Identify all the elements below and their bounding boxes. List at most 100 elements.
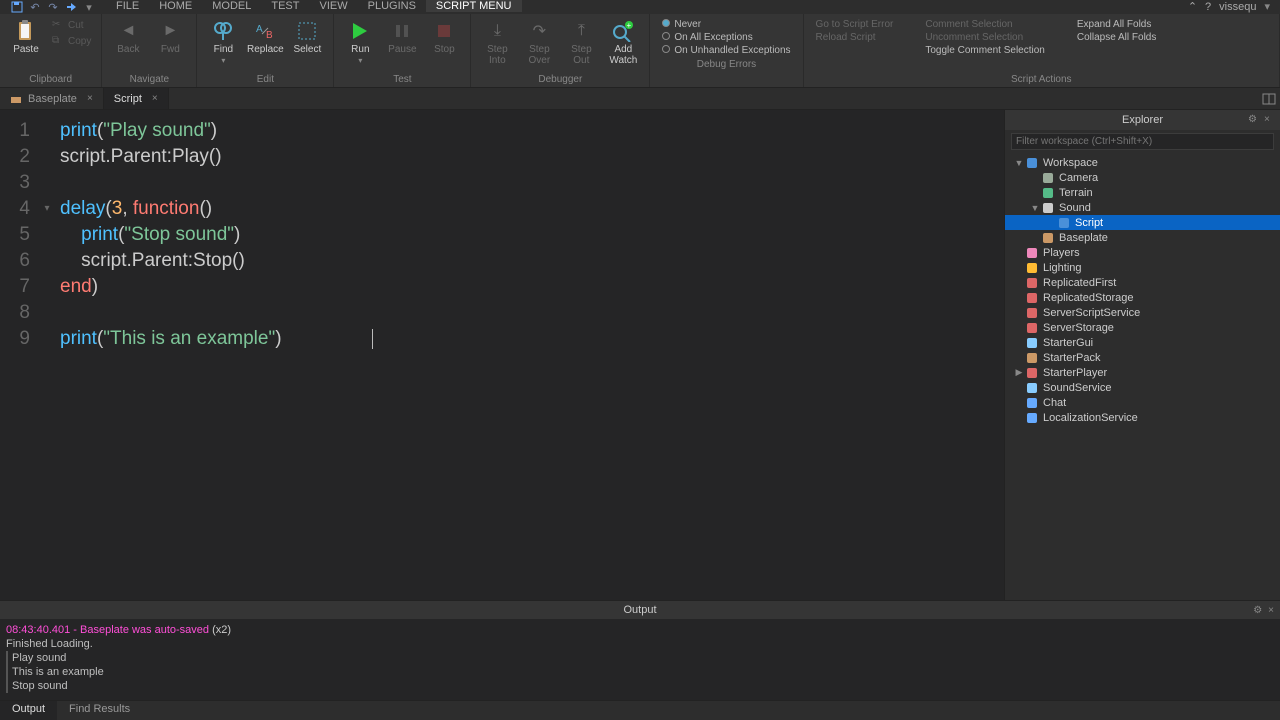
replace-button[interactable]: ABReplace xyxy=(245,16,285,55)
filter-workspace-input[interactable] xyxy=(1011,133,1274,150)
tree-item-starterplayer[interactable]: ▶StarterPlayer xyxy=(1005,365,1280,380)
split-view-icon[interactable] xyxy=(1258,88,1280,109)
goto-script-error-button[interactable]: Go to Script Error xyxy=(816,19,894,30)
reload-script-button[interactable]: Reload Script xyxy=(816,32,894,43)
sound-icon xyxy=(1041,201,1055,215)
explorer-pin-icon[interactable]: ⚙ xyxy=(1248,114,1260,126)
tree-item-serverscriptservice[interactable]: ServerScriptService xyxy=(1005,305,1280,320)
fold-column[interactable]: ▾ xyxy=(40,110,54,600)
output-autosave-line: 08:43:40.401 - Baseplate was auto-saved … xyxy=(6,623,1274,637)
tree-item-localizationservice[interactable]: LocalizationService xyxy=(1005,410,1280,425)
output-pin-icon[interactable]: ⚙ xyxy=(1253,605,1262,616)
gui-icon xyxy=(1025,336,1039,350)
explorer-tree[interactable]: ▼WorkspaceCameraTerrain▼SoundScriptBasep… xyxy=(1005,153,1280,600)
undo-icon[interactable]: ↶ xyxy=(28,0,42,14)
run-button[interactable]: Run▾ xyxy=(340,16,380,65)
quick-access-toolbar: ↶ ↷ ▾ xyxy=(10,0,96,14)
output-line: Play sound xyxy=(6,651,1274,665)
qat-more-icon[interactable] xyxy=(64,0,78,14)
part-icon xyxy=(1041,231,1055,245)
tab-script[interactable]: Script × xyxy=(104,88,169,109)
step-into-button[interactable]: ⤓Step Into xyxy=(477,16,517,66)
qat-dropdown-icon[interactable]: ▾ xyxy=(82,0,96,14)
explorer-close-icon[interactable]: × xyxy=(1264,114,1276,126)
menu-test[interactable]: TEST xyxy=(261,0,309,12)
help-icon[interactable]: ? xyxy=(1205,1,1211,13)
redo-icon[interactable]: ↷ xyxy=(46,0,60,14)
output-tab-find[interactable]: Find Results xyxy=(57,701,142,720)
tree-item-script[interactable]: Script xyxy=(1005,215,1280,230)
tree-item-chat[interactable]: Chat xyxy=(1005,395,1280,410)
find-button[interactable]: Find▾ xyxy=(203,16,243,65)
tree-item-soundservice[interactable]: SoundService xyxy=(1005,380,1280,395)
expand-folds-button[interactable]: Expand All Folds xyxy=(1077,19,1156,30)
group-label-clipboard: Clipboard xyxy=(6,74,95,87)
tree-item-lighting[interactable]: Lighting xyxy=(1005,260,1280,275)
back-icon: ◄ xyxy=(117,20,139,42)
ribbon-group-clipboard: Paste ✂Cut ⧉Copy Clipboard xyxy=(0,14,102,87)
tree-item-workspace[interactable]: ▼Workspace xyxy=(1005,155,1280,170)
menu-plugins[interactable]: PLUGINS xyxy=(358,0,426,12)
tab-baseplate[interactable]: Baseplate × xyxy=(0,88,104,109)
all-exceptions-radio[interactable]: On All Exceptions xyxy=(662,32,790,43)
unhandled-exceptions-radio[interactable]: On Unhandled Exceptions xyxy=(662,45,790,56)
close-tab-icon[interactable]: × xyxy=(152,93,158,104)
tree-item-camera[interactable]: Camera xyxy=(1005,170,1280,185)
tree-item-baseplate[interactable]: Baseplate xyxy=(1005,230,1280,245)
pause-icon xyxy=(391,20,413,42)
camera-icon xyxy=(1041,171,1055,185)
add-watch-button[interactable]: +Add Watch xyxy=(603,16,643,66)
fwd-icon: ► xyxy=(159,20,181,42)
menu-script-menu[interactable]: SCRIPT MENU xyxy=(426,0,522,12)
players-icon xyxy=(1025,246,1039,260)
menu-file[interactable]: FILE xyxy=(106,0,149,12)
sound-icon xyxy=(1025,381,1039,395)
paste-button[interactable]: Paste xyxy=(6,16,46,55)
tree-item-terrain[interactable]: Terrain xyxy=(1005,185,1280,200)
pause-button[interactable]: Pause xyxy=(382,16,422,55)
step-over-button[interactable]: ↷Step Over xyxy=(519,16,559,66)
user-dropdown-icon[interactable]: ▾ xyxy=(1264,0,1270,13)
copy-button[interactable]: ⧉Copy xyxy=(48,34,95,48)
tree-item-replicatedfirst[interactable]: ReplicatedFirst xyxy=(1005,275,1280,290)
menu-model[interactable]: MODEL xyxy=(202,0,261,12)
step-out-icon: ⤒ xyxy=(570,20,592,42)
tree-item-serverstorage[interactable]: ServerStorage xyxy=(1005,320,1280,335)
cut-button[interactable]: ✂Cut xyxy=(48,18,95,32)
step-out-button[interactable]: ⤒Step Out xyxy=(561,16,601,66)
pack-icon xyxy=(1025,351,1039,365)
menu-home[interactable]: HOME xyxy=(149,0,202,12)
save-icon[interactable] xyxy=(10,0,24,14)
menu-view[interactable]: VIEW xyxy=(309,0,357,12)
tree-item-starterpack[interactable]: StarterPack xyxy=(1005,350,1280,365)
close-tab-icon[interactable]: × xyxy=(87,93,93,104)
globe-icon xyxy=(1025,156,1039,170)
back-button[interactable]: ◄Back xyxy=(108,16,148,55)
tree-item-startergui[interactable]: StarterGui xyxy=(1005,335,1280,350)
tree-item-sound[interactable]: ▼Sound xyxy=(1005,200,1280,215)
collapse-ribbon-icon[interactable]: ⌃ xyxy=(1188,0,1197,13)
output-tab-output[interactable]: Output xyxy=(0,701,57,720)
uncomment-selection-button[interactable]: Uncomment Selection xyxy=(925,32,1045,43)
output-body[interactable]: 08:43:40.401 - Baseplate was auto-saved … xyxy=(0,619,1280,700)
output-close-icon[interactable]: × xyxy=(1268,605,1274,616)
fwd-button[interactable]: ►Fwd xyxy=(150,16,190,55)
collapse-folds-button[interactable]: Collapse All Folds xyxy=(1077,32,1156,43)
tree-item-players[interactable]: Players xyxy=(1005,245,1280,260)
output-header: Output ⚙× xyxy=(0,601,1280,619)
tree-item-replicatedstorage[interactable]: ReplicatedStorage xyxy=(1005,290,1280,305)
step-into-icon: ⤓ xyxy=(486,20,508,42)
folder-icon xyxy=(1025,291,1039,305)
code-area[interactable]: print("Play sound")script.Parent:Play()d… xyxy=(54,110,1004,600)
svg-text:+: + xyxy=(627,21,632,30)
stop-icon xyxy=(433,20,455,42)
svg-text:B: B xyxy=(266,30,273,41)
toggle-comment-button[interactable]: Toggle Comment Selection xyxy=(925,45,1045,56)
never-radio[interactable]: Never xyxy=(662,19,790,30)
stop-button[interactable]: Stop xyxy=(424,16,464,55)
code-editor[interactable]: 123456789 ▾ print("Play sound")script.Pa… xyxy=(0,110,1004,600)
paste-icon xyxy=(15,20,37,42)
select-button[interactable]: Select xyxy=(287,16,327,55)
comment-selection-button[interactable]: Comment Selection xyxy=(925,19,1045,30)
terrain-icon xyxy=(1041,186,1055,200)
